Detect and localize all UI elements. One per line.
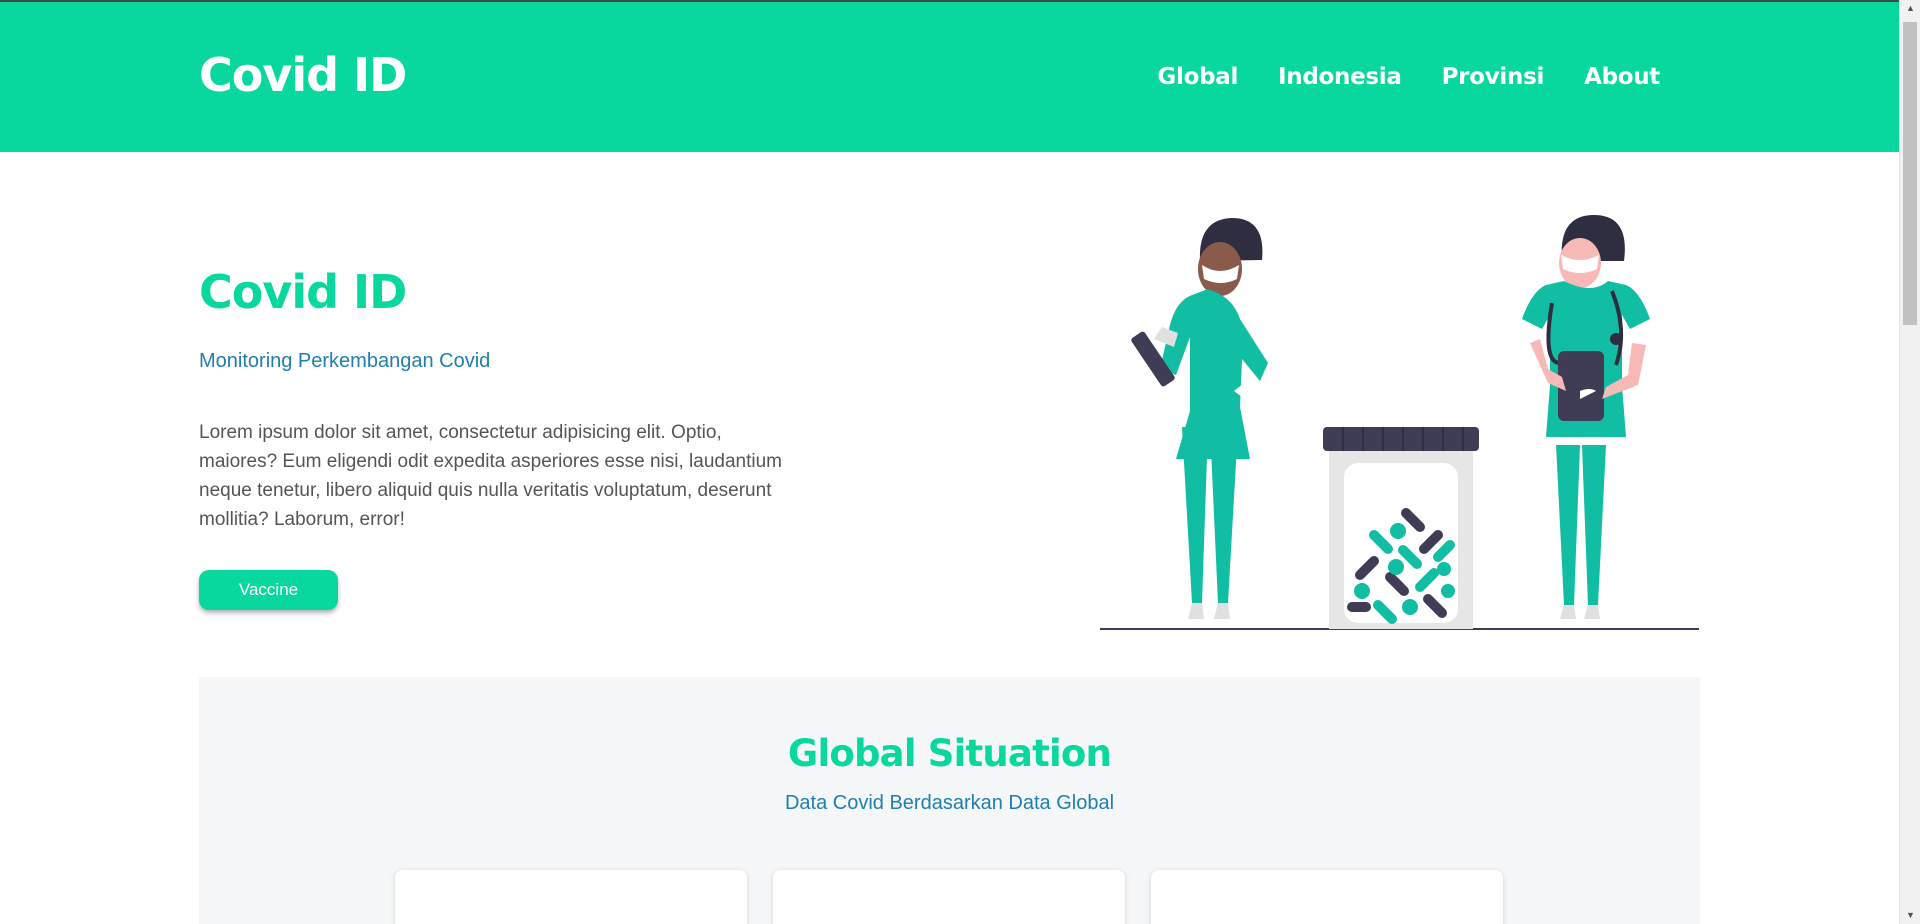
nav-link-global[interactable]: Global: [1157, 64, 1238, 90]
navbar: Covid ID Global Indonesia Provinsi About: [0, 0, 1899, 152]
section-subtitle: Data Covid Berdasarkan Data Global: [784, 792, 1115, 814]
section-title: Global Situation: [787, 732, 1112, 775]
hero-description: Lorem ipsum dolor sit amet, consectetur …: [199, 422, 782, 530]
scroll-down-icon[interactable]: ▼: [1900, 907, 1920, 924]
brand-logo[interactable]: Covid ID: [199, 48, 407, 102]
page: Covid ID Global Indonesia Provinsi About…: [0, 0, 1899, 924]
doctor-with-tablet: [1131, 218, 1268, 619]
vertical-scrollbar[interactable]: ▲ ▼: [1899, 0, 1920, 924]
global-situation-section: Global Situation Data Covid Berdasarkan …: [199, 677, 1700, 924]
scroll-thumb[interactable]: [1903, 22, 1917, 325]
nav-link-about[interactable]: About: [1584, 64, 1660, 90]
hero-subtitle: Monitoring Perkembangan Covid: [199, 350, 491, 372]
nav-menu: Global Indonesia Provinsi About: [1157, 64, 1660, 90]
nav-link-provinsi[interactable]: Provinsi: [1442, 64, 1545, 90]
pill-jar: [1323, 427, 1479, 629]
stat-card-3: [1151, 870, 1503, 924]
stat-card-2: [773, 870, 1125, 924]
scroll-up-icon[interactable]: ▲: [1900, 0, 1920, 17]
doctor-with-stethoscope: [1522, 215, 1650, 619]
vaccine-button[interactable]: Vaccine: [199, 570, 338, 610]
medical-staff-illustration: [1100, 215, 1699, 630]
hero-title: Covid ID: [199, 265, 407, 319]
nav-link-indonesia[interactable]: Indonesia: [1278, 64, 1402, 90]
stat-card-1: [395, 870, 747, 924]
